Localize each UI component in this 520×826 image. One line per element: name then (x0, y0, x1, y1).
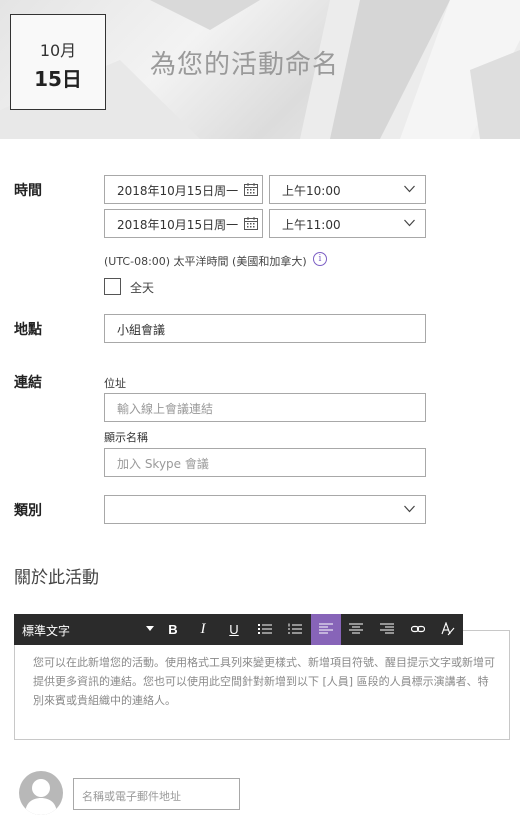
event-date-tile: 10月 15日 (10, 14, 106, 110)
start-date-field[interactable]: 2018年10月15日周一 (104, 175, 263, 204)
insert-link-button[interactable] (403, 614, 433, 645)
display-name-placeholder: 加入 Skype 會議 (117, 457, 209, 471)
end-time-dropdown[interactable]: 上午11:00 (269, 209, 426, 238)
location-label: 地點 (14, 322, 42, 338)
italic-button[interactable]: I (188, 614, 218, 645)
caret-down-icon[interactable] (146, 626, 154, 631)
date-day: 15日 (34, 67, 82, 91)
chevron-down-icon (404, 505, 415, 513)
avatar (19, 771, 63, 815)
end-time-value: 上午11:00 (282, 218, 341, 232)
person-search-input[interactable]: 名稱或電子郵件地址 (73, 778, 240, 810)
location-value: 小組會議 (117, 323, 166, 337)
align-center-icon (349, 623, 363, 634)
chevron-down-icon (404, 185, 415, 193)
about-section-title: 關於此活動 (14, 568, 99, 588)
numbered-list-button[interactable] (280, 614, 310, 645)
person-icon (25, 779, 57, 815)
category-dropdown[interactable] (104, 495, 426, 524)
category-label: 類別 (14, 503, 42, 519)
start-date-value: 2018年10月15日周一 (117, 184, 239, 198)
event-header-banner: 10月 15日 為您的活動命名 (0, 0, 520, 139)
text-style-dropdown[interactable]: 標準文字 (22, 622, 70, 639)
info-icon[interactable]: i (313, 252, 327, 266)
clear-formatting-icon (441, 621, 455, 636)
align-center-button[interactable] (341, 614, 371, 645)
clear-formatting-button[interactable] (433, 614, 463, 645)
link-icon (410, 625, 426, 633)
align-right-icon (380, 623, 394, 634)
align-left-icon (319, 623, 333, 634)
event-description-editor[interactable]: 您可以在此新增您的活動。使用格式工具列來變更樣式、新增項目符號、醒目提示文字或新… (14, 630, 510, 740)
underline-button[interactable]: U (219, 614, 249, 645)
end-date-field[interactable]: 2018年10月15日周一 (104, 209, 263, 238)
bulleted-list-button[interactable] (250, 614, 280, 645)
bold-button[interactable]: B (158, 614, 188, 645)
align-right-button[interactable] (372, 614, 402, 645)
chevron-down-icon (404, 219, 415, 227)
date-month: 10月 (39, 41, 77, 60)
align-left-button[interactable] (311, 614, 341, 645)
start-time-dropdown[interactable]: 上午10:00 (269, 175, 426, 204)
calendar-icon[interactable] (244, 217, 258, 230)
meeting-link-input[interactable]: 輸入線上會議連結 (104, 393, 426, 422)
formatting-toolbar: 標準文字 B I U (14, 614, 463, 645)
address-label: 位址 (104, 377, 126, 390)
all-day-label: 全天 (130, 281, 155, 295)
calendar-icon[interactable] (244, 183, 258, 196)
event-title-input[interactable]: 為您的活動命名 (150, 44, 339, 81)
all-day-checkbox[interactable] (104, 278, 121, 295)
meeting-link-placeholder: 輸入線上會議連結 (117, 402, 214, 416)
timezone-text: (UTC-08:00) 太平洋時間 (美國和加拿大) (104, 255, 307, 268)
editor-placeholder-text: 您可以在此新增您的活動。使用格式工具列來變更樣式、新增項目符號、醒目提示文字或新… (33, 656, 495, 707)
time-label: 時間 (14, 183, 42, 199)
location-input[interactable]: 小組會議 (104, 314, 426, 343)
numbered-list-icon (288, 623, 302, 634)
link-label: 連結 (14, 375, 42, 391)
display-name-label: 顯示名稱 (104, 431, 148, 444)
end-date-value: 2018年10月15日周一 (117, 218, 239, 232)
person-search-placeholder: 名稱或電子郵件地址 (82, 790, 181, 803)
start-time-value: 上午10:00 (282, 184, 341, 198)
bullet-list-icon (258, 624, 272, 634)
display-name-input[interactable]: 加入 Skype 會議 (104, 448, 426, 477)
